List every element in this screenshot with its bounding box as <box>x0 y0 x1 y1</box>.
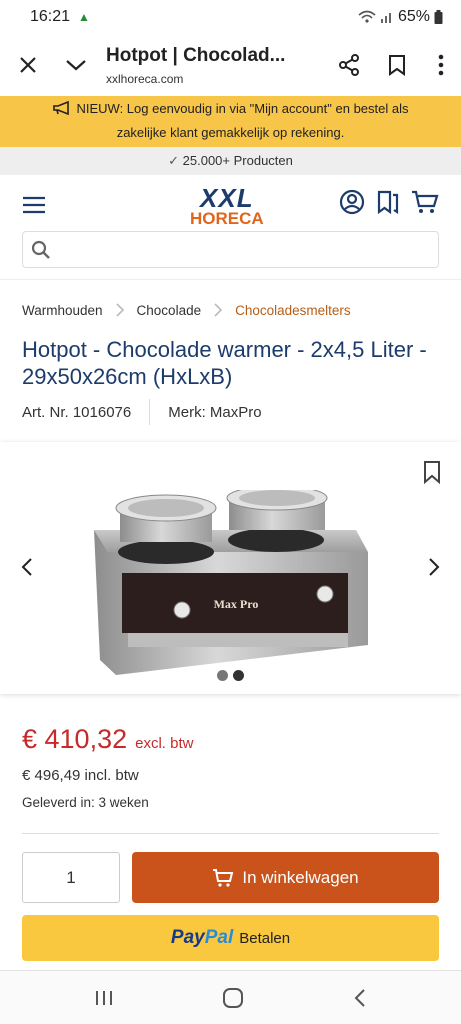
back-icon[interactable] <box>353 988 367 1008</box>
breadcrumb-item-warmhouden[interactable]: Warmhouden <box>22 303 103 318</box>
breadcrumb-item-chocoladesmelters[interactable]: Chocoladesmelters <box>235 303 351 318</box>
logo-horeca: HORECA <box>190 209 264 228</box>
divider <box>22 833 439 834</box>
paypal-label: Betalen <box>239 929 291 947</box>
menu-button[interactable] <box>22 195 48 217</box>
account-icon[interactable] <box>339 189 365 215</box>
status-time: 16:21 <box>30 8 71 25</box>
battery-level: 65% <box>397 8 430 25</box>
signal-icon <box>380 13 391 23</box>
bookmark-icon <box>389 55 405 76</box>
search-icon <box>31 240 50 259</box>
bookmark-icon <box>424 461 440 485</box>
price-incl: € 496,49 incl. btw <box>22 767 139 784</box>
product-image: Max Pro <box>94 490 368 675</box>
wifi-icon <box>358 10 376 23</box>
app-notification-icon: ▲ <box>78 10 90 24</box>
quantity-input[interactable] <box>22 852 120 903</box>
share-button[interactable] <box>325 41 373 89</box>
promo-line-1: NIEUW: Log eenvoudig in via "Mijn accoun… <box>76 101 409 116</box>
page-domain: xxlhoreca.com <box>106 71 184 86</box>
paypal-button[interactable]: Pay Pal Betalen <box>22 915 439 961</box>
recent-apps-icon[interactable] <box>94 989 114 1007</box>
gallery-prev-button[interactable] <box>20 556 34 583</box>
breadcrumb-item-chocolade[interactable]: Chocolade <box>137 303 202 318</box>
search-bar[interactable] <box>22 231 439 268</box>
gallery-dot-active[interactable] <box>233 670 244 681</box>
chevron-right-icon <box>214 303 223 317</box>
chevron-right-icon <box>429 558 440 576</box>
expand-button[interactable] <box>52 41 100 89</box>
chevron-down-icon <box>66 60 86 71</box>
megaphone-icon <box>53 100 70 116</box>
breadcrumb: Warmhouden Chocolade Chocoladesmelters <box>22 302 351 318</box>
paypal-logo-pal: Pal <box>204 927 234 948</box>
browser-title-area[interactable]: Hotpot | Chocolad... xxlhoreca.com <box>100 45 325 86</box>
chevron-left-icon <box>21 558 32 576</box>
battery-icon <box>434 10 443 24</box>
brand-label: Merk: MaxPro <box>168 403 262 421</box>
image-brand-text: Max Pro <box>214 597 259 611</box>
promo-line-2: zakelijke klant gemakkelijk op rekening. <box>116 125 345 140</box>
delivery-time: Geleverd in: 3 weken <box>22 795 149 810</box>
close-tab-button[interactable] <box>4 41 52 89</box>
hamburger-icon <box>23 196 45 214</box>
add-to-cart-label: In winkelwagen <box>242 867 359 887</box>
cart-icon <box>213 868 234 887</box>
logo-xxl: XXL <box>200 183 254 213</box>
status-bar: 16:21 ▲ 65% <box>0 0 461 34</box>
article-number: Art. Nr. 1016076 <box>22 403 132 421</box>
chevron-right-icon <box>115 303 124 317</box>
gallery-dot[interactable] <box>217 670 228 681</box>
checkmark-icon: ✓ <box>168 153 180 168</box>
product-title: Hotpot - Chocolade warmer - 2x4,5 Liter … <box>22 337 427 389</box>
product-gallery[interactable]: Max Pro <box>0 442 461 694</box>
product-meta: Art. Nr. 1016076 Merk: MaxPro <box>22 399 262 425</box>
close-icon <box>20 57 36 73</box>
price-excl-value: € 410,32 <box>22 724 128 754</box>
bookmark-page-button[interactable] <box>373 41 421 89</box>
wishlist-icon[interactable] <box>375 189 401 215</box>
add-to-cart-button[interactable]: In winkelwagen <box>132 852 439 903</box>
price-excl: € 410,32 excl. btw <box>22 724 193 755</box>
promo-banner[interactable]: NIEUW: Log eenvoudig in via "Mijn accoun… <box>0 96 461 147</box>
more-options-button[interactable] <box>421 41 461 89</box>
paypal-logo-pay: Pay <box>170 927 205 948</box>
gallery-next-button[interactable] <box>427 556 441 583</box>
search-input[interactable] <box>57 233 438 266</box>
save-product-button[interactable] <box>423 460 441 489</box>
usp-bar: ✓ 25.000+ Producten <box>0 147 461 175</box>
system-nav-bar <box>0 970 461 1024</box>
price-excl-label: excl. btw <box>135 735 194 752</box>
more-vertical-icon <box>438 54 444 76</box>
page-title-text: Hotpot | Chocolad... <box>106 44 286 66</box>
gallery-pagination <box>217 670 244 681</box>
home-icon[interactable] <box>222 987 244 1009</box>
share-icon <box>339 54 359 76</box>
cart-icon[interactable] <box>411 189 439 215</box>
site-logo[interactable]: XXL HORECA <box>190 185 264 227</box>
site-header: XXL HORECA <box>0 175 461 280</box>
browser-toolbar: Hotpot | Chocolad... xxlhoreca.com <box>0 34 461 96</box>
usp-text: 25.000+ Producten <box>182 153 293 168</box>
meta-divider <box>149 399 151 425</box>
